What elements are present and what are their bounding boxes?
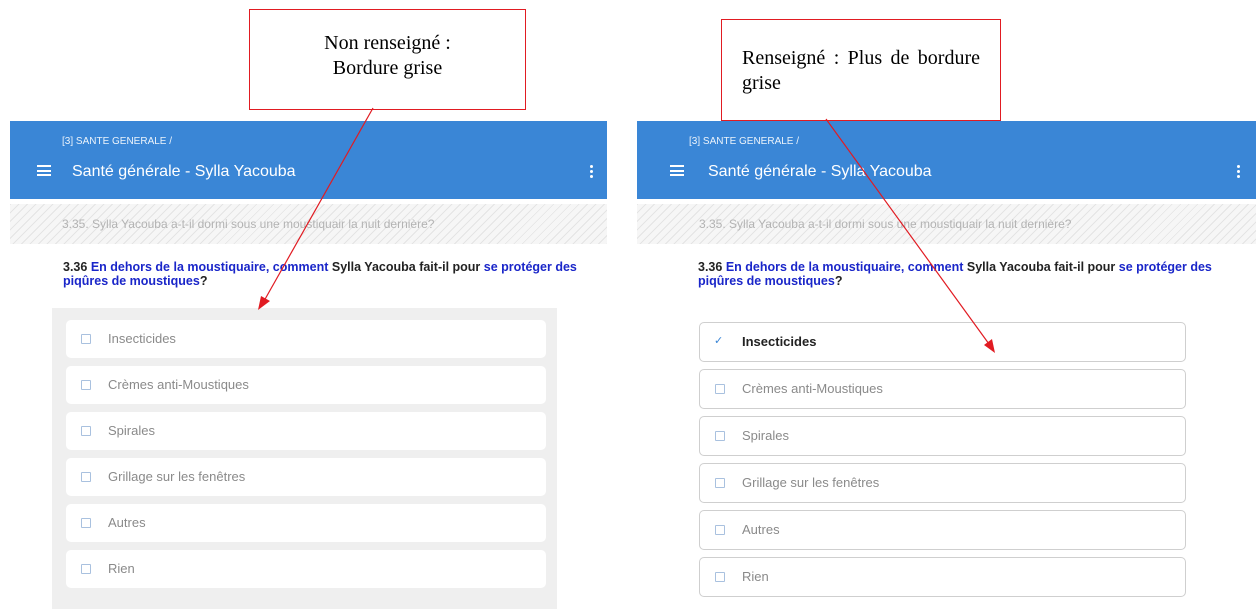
checkbox-icon[interactable] <box>81 472 91 482</box>
option-rien[interactable]: Rien <box>66 550 546 588</box>
app-bar: [3] SANTE GENERALE / Santé générale - Sy… <box>10 121 607 199</box>
option-label: Crèmes anti-Moustiques <box>742 381 883 396</box>
checkbox-icon[interactable] <box>81 334 91 344</box>
previous-question-disabled: 3.35. Sylla Yacouba a-t-il dormi sous un… <box>10 204 607 244</box>
question-part-1: En dehors de la moustiquaire, comment <box>90 260 329 274</box>
option-label: Spirales <box>742 428 789 443</box>
option-rien[interactable]: Rien <box>699 557 1186 597</box>
option-label: Rien <box>108 561 135 576</box>
previous-question-disabled: 3.35. Sylla Yacouba a-t-il dormi sous un… <box>637 204 1256 244</box>
previous-question-text: 3.35. Sylla Yacouba a-t-il dormi sous un… <box>699 217 1072 231</box>
menu-icon[interactable] <box>670 165 684 176</box>
page-title: Santé générale - Sylla Yacouba <box>72 163 296 180</box>
checkbox-icon[interactable] <box>81 518 91 528</box>
checkbox-icon[interactable] <box>715 525 725 535</box>
option-cremes[interactable]: Crèmes anti-Moustiques <box>66 366 546 404</box>
option-grillage[interactable]: Grillage sur les fenêtres <box>699 463 1186 503</box>
question-text: 3.36 En dehors de la moustiquaire, comme… <box>63 260 583 288</box>
callout-text: Renseigné : Plus de bordure grise <box>742 47 980 94</box>
option-insecticides[interactable]: ✓ Insecticides <box>699 322 1186 362</box>
option-autres[interactable]: Autres <box>699 510 1186 550</box>
checkbox-icon[interactable] <box>81 426 91 436</box>
option-label: Grillage sur les fenêtres <box>108 469 246 484</box>
checkbox-icon[interactable] <box>715 478 725 488</box>
menu-icon[interactable] <box>37 165 51 176</box>
callout-line-2: Bordure grise <box>332 57 443 79</box>
option-autres[interactable]: Autres <box>66 504 546 542</box>
options-area: Insecticides Crèmes anti-Moustiques Spir… <box>52 308 557 609</box>
question-part-2: Sylla Yacouba fait-il pour <box>966 260 1116 274</box>
option-label: Crèmes anti-Moustiques <box>108 377 249 392</box>
checkbox-icon[interactable] <box>81 564 91 574</box>
question-text: 3.36 En dehors de la moustiquaire, comme… <box>698 260 1238 288</box>
checkbox-icon[interactable] <box>715 431 725 441</box>
option-label: Grillage sur les fenêtres <box>742 475 880 490</box>
left-screen: [3] SANTE GENERALE / Santé générale - Sy… <box>10 121 607 609</box>
option-spirales[interactable]: Spirales <box>699 416 1186 456</box>
option-insecticides[interactable]: Insecticides <box>66 320 546 358</box>
option-cremes[interactable]: Crèmes anti-Moustiques <box>699 369 1186 409</box>
callout-line-1: Non renseigné : <box>324 32 451 54</box>
page-title: Santé générale - Sylla Yacouba <box>708 163 932 180</box>
question-end: ? <box>199 274 208 288</box>
option-grillage[interactable]: Grillage sur les fenêtres <box>66 458 546 496</box>
option-label: Insecticides <box>108 331 176 346</box>
question-part-1: En dehors de la moustiquaire, comment <box>725 260 964 274</box>
option-label: Autres <box>108 515 146 530</box>
option-label: Insecticides <box>742 334 817 349</box>
callout-filled: Renseigné : Plus de bordure grise <box>721 19 1001 121</box>
breadcrumb[interactable]: [3] SANTE GENERALE / <box>62 136 172 147</box>
more-options-icon[interactable] <box>590 165 594 180</box>
checkbox-icon[interactable] <box>715 572 725 582</box>
option-label: Autres <box>742 522 780 537</box>
checkbox-icon[interactable] <box>715 384 725 394</box>
app-bar: [3] SANTE GENERALE / Santé générale - Sy… <box>637 121 1256 199</box>
more-options-icon[interactable] <box>1237 165 1241 180</box>
previous-question-text: 3.35. Sylla Yacouba a-t-il dormi sous un… <box>62 217 435 231</box>
question-number: 3.36 <box>63 260 88 274</box>
checkbox-icon[interactable] <box>81 380 91 390</box>
breadcrumb[interactable]: [3] SANTE GENERALE / <box>689 136 799 147</box>
right-screen: [3] SANTE GENERALE / Santé générale - Sy… <box>637 121 1256 609</box>
option-label: Rien <box>742 569 769 584</box>
checked-checkbox-icon[interactable]: ✓ <box>714 336 723 347</box>
callout-unfilled: Non renseigné : Bordure grise <box>249 9 526 110</box>
question-part-2: Sylla Yacouba fait-il pour <box>331 260 481 274</box>
question-number: 3.36 <box>698 260 723 274</box>
question-end: ? <box>834 274 843 288</box>
option-label: Spirales <box>108 423 155 438</box>
option-spirales[interactable]: Spirales <box>66 412 546 450</box>
